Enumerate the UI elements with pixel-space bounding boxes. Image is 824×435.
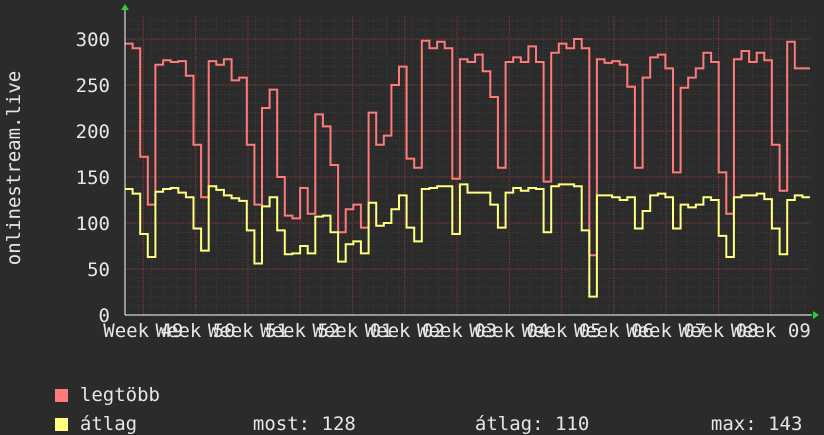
x-tick-label: Week 09 bbox=[731, 320, 811, 340]
legend-item-avg: átlag bbox=[32, 391, 137, 435]
y-tick-label: 200 bbox=[76, 121, 110, 143]
y-tick-label: 100 bbox=[76, 213, 110, 235]
legend-swatch-avg bbox=[54, 418, 68, 431]
y-axis-arrow-icon bbox=[121, 4, 129, 10]
stat-average-value: 110 bbox=[554, 413, 590, 435]
y-tick-labels: 050100150200250300 bbox=[76, 29, 110, 327]
y-tick-label: 50 bbox=[87, 259, 110, 281]
stat-maximum-value: 143 bbox=[768, 413, 803, 435]
x-axis-arrow-icon bbox=[813, 311, 819, 319]
stat-average: átlag: 110 bbox=[452, 391, 589, 435]
y-tick-label: 250 bbox=[76, 75, 110, 97]
axes bbox=[121, 4, 819, 319]
stat-current: most: 128 bbox=[230, 391, 356, 435]
stat-maximum-label: max: bbox=[710, 413, 757, 435]
y-axis-label: onlinestream.live bbox=[3, 71, 25, 265]
chart-area: 050100150200250300 Week 49Week 50Week 51… bbox=[3, 4, 819, 340]
stat-current-label: most: bbox=[252, 413, 311, 435]
legend-label-avg: átlag bbox=[79, 413, 138, 435]
stat-maximum: max: 143 bbox=[688, 391, 803, 435]
y-tick-label: 150 bbox=[76, 167, 110, 189]
series-line-1 bbox=[125, 183, 810, 298]
x-tick-labels: Week 49Week 50Week 51Week 52Week 01Week … bbox=[103, 320, 811, 340]
stat-current-value: 128 bbox=[321, 413, 356, 435]
y-tick-label: 300 bbox=[76, 29, 110, 51]
stat-average-label: átlag: bbox=[474, 413, 544, 435]
